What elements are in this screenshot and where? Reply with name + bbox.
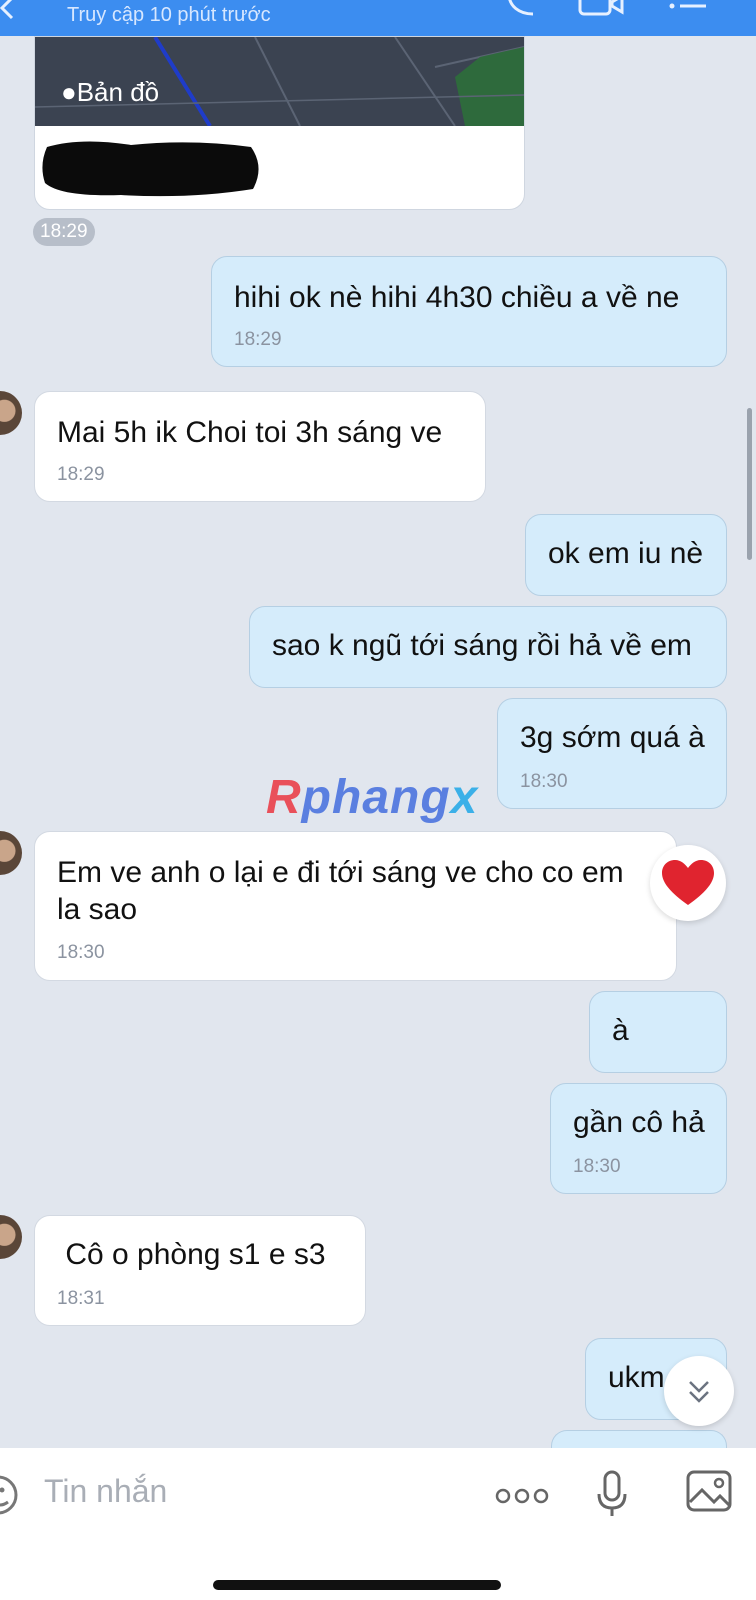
- chevron-double-down-icon: [689, 1381, 709, 1403]
- message-time: 18:31: [57, 1288, 105, 1309]
- last-seen-status: Truy cập 10 phút trước: [67, 4, 271, 26]
- message-bubble-incoming[interactable]: Em ve anh o lại e đi tới sáng ve cho co …: [34, 831, 677, 981]
- image-icon[interactable]: [686, 1470, 732, 1514]
- message-text: Cô o phòng s1 e s3: [57, 1238, 326, 1271]
- message-time: 18:29: [57, 464, 105, 485]
- message-text-line2: la sao: [57, 893, 138, 926]
- message-text: gần cô hả: [573, 1106, 705, 1139]
- message-input[interactable]: Tin nhắn: [44, 1473, 167, 1510]
- video-icon[interactable]: [578, 0, 624, 18]
- message-text: ukm: [608, 1361, 665, 1394]
- map-timestamp: 18:29: [33, 218, 95, 246]
- map-location-card[interactable]: ●Bản đồ: [34, 36, 525, 210]
- watermark: Rphangx: [266, 771, 479, 824]
- microphone-icon[interactable]: [596, 1470, 628, 1518]
- contact-avatar[interactable]: [0, 391, 22, 435]
- message-text: sao k ngũ tới sáng rồi hả về em: [272, 629, 692, 662]
- scrollbar-thumb[interactable]: [747, 408, 752, 560]
- contact-avatar[interactable]: [0, 1215, 22, 1259]
- message-bubble-outgoing[interactable]: ok em iu nè: [525, 514, 727, 596]
- redacted-address: [42, 141, 259, 197]
- message-bubble-outgoing[interactable]: hihi ok nè hihi 4h30 chiều a về ne 18:29: [211, 256, 727, 367]
- more-icon[interactable]: [495, 1486, 549, 1506]
- map-preview: ●Bản đồ: [35, 37, 524, 126]
- chat-header: Truy cập 10 phút trước: [0, 0, 756, 36]
- message-text: ok em iu nè: [548, 537, 704, 570]
- message-bubble-outgoing[interactable]: gần cô hả 18:30: [550, 1083, 727, 1194]
- sticker-icon[interactable]: [0, 1472, 22, 1518]
- message-time: 18:30: [57, 942, 105, 963]
- home-indicator: [213, 1580, 501, 1590]
- message-text: hihi ok nè hihi 4h30 chiều a về ne: [234, 281, 680, 314]
- message-text: Mai 5h ik Choi toi 3h sáng ve: [57, 416, 443, 449]
- message-bubble-outgoing[interactable]: 3g sớm quá à 18:30: [497, 698, 727, 809]
- message-time: 18:30: [520, 771, 568, 792]
- back-arrow-icon[interactable]: [0, 0, 18, 20]
- map-label: ●Bản đồ: [61, 77, 160, 107]
- heart-icon: [662, 860, 714, 905]
- message-bubble-outgoing[interactable]: sao k ngũ tới sáng rồi hả về em: [249, 606, 727, 688]
- contact-avatar[interactable]: [0, 831, 22, 875]
- scroll-to-bottom-button[interactable]: [664, 1356, 734, 1426]
- message-bubble-incoming[interactable]: Mai 5h ik Choi toi 3h sáng ve 18:29: [34, 391, 486, 502]
- menu-icon[interactable]: [668, 0, 708, 18]
- message-time: 18:29: [234, 329, 282, 350]
- phone-icon[interactable]: [505, 0, 541, 18]
- apple-logo-icon: ●: [61, 77, 77, 107]
- reaction-badge[interactable]: [650, 845, 726, 921]
- message-text-line1: Em ve anh o lại e đi tới sáng ve cho co …: [57, 856, 624, 889]
- message-text: à: [612, 1014, 629, 1047]
- message-bubble-incoming[interactable]: Cô o phòng s1 e s3 18:31: [34, 1215, 366, 1326]
- message-text: 3g sớm quá à: [520, 721, 705, 754]
- message-composer: Tin nhắn: [0, 1448, 756, 1600]
- message-time: 18:30: [573, 1156, 621, 1177]
- message-bubble-outgoing[interactable]: à: [589, 991, 727, 1073]
